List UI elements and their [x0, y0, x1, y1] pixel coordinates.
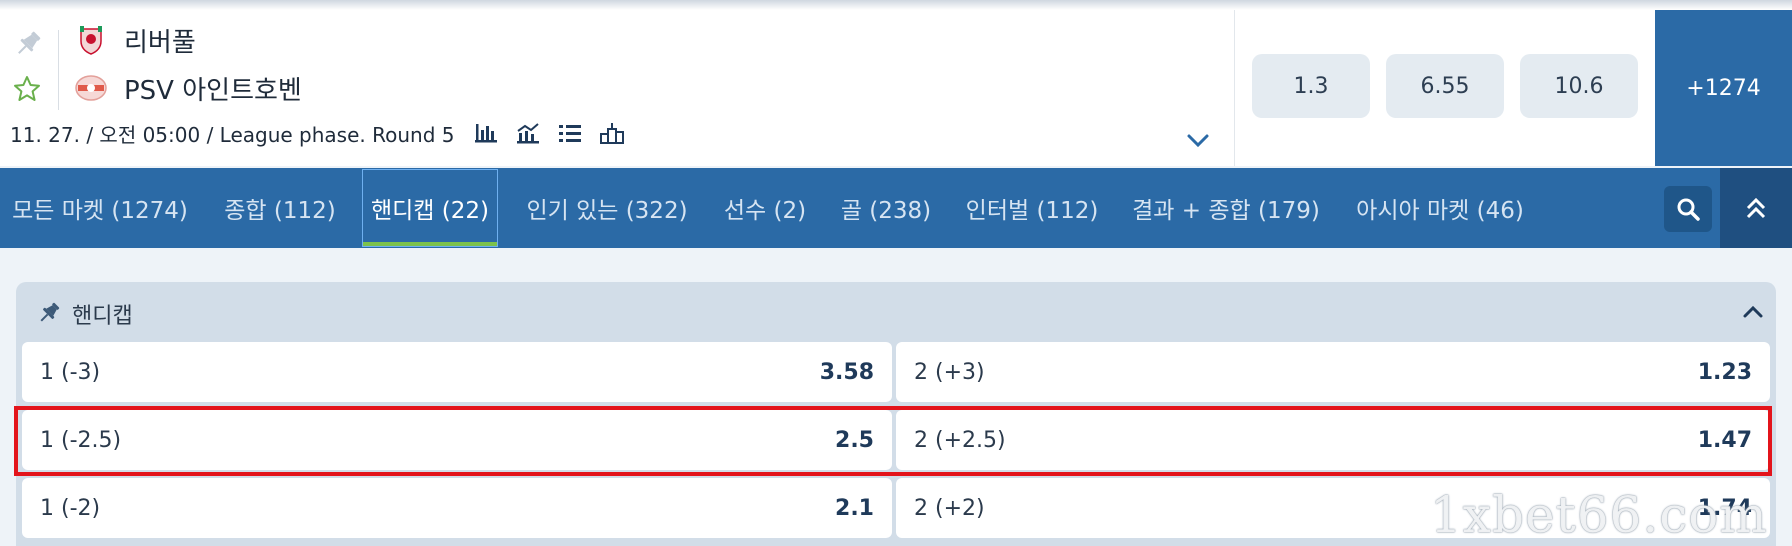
- odd-button-win1[interactable]: 1.3: [1252, 54, 1370, 118]
- outcome-button[interactable]: 1 (-2) 2.1: [22, 478, 892, 538]
- match-info-text: 11. 27. / 오전 05:00 / League phase. Round…: [10, 122, 455, 147]
- watermark: 1xbet66.com: [1430, 486, 1768, 544]
- tab-asian-markets[interactable]: 아시아 마켓 (46): [1350, 168, 1530, 248]
- psv-crest-icon: [75, 75, 107, 101]
- odd-button-win2[interactable]: 10.6: [1520, 54, 1638, 118]
- outcome-odd: 1.23: [1697, 359, 1752, 385]
- tab-players[interactable]: 선수 (2): [720, 168, 810, 248]
- tab-interval[interactable]: 인터벌 (112): [962, 168, 1102, 248]
- outcome-odd: 2.1: [835, 495, 874, 521]
- market-tabs-bar: 모든 마켓 (1274) 종합 (112) 핸디캡 (22) 인기 있는 (32…: [0, 168, 1792, 248]
- highlight-annotation: [14, 406, 1772, 476]
- tab-popular[interactable]: 인기 있는 (322): [522, 168, 692, 248]
- list-icon[interactable]: [557, 121, 583, 145]
- match-header: 리버풀 PSV 아인트호벤 11. 27. / 오전 05:00 / Leagu…: [0, 0, 1792, 166]
- trend-chart-icon[interactable]: [515, 121, 541, 145]
- pin-icon[interactable]: [36, 300, 62, 326]
- tab-goals[interactable]: 골 (238): [838, 168, 934, 248]
- tab-handicap[interactable]: 핸디캡 (22): [362, 169, 498, 247]
- header-divider: [58, 30, 59, 110]
- team1-name: 리버풀: [124, 27, 196, 58]
- tab-result-total[interactable]: 결과 + 종합 (179): [1130, 168, 1322, 248]
- tab-total[interactable]: 종합 (112): [220, 168, 340, 248]
- outcome-label: 2 (+2): [914, 495, 985, 521]
- match-info: 11. 27. / 오전 05:00 / League phase. Round…: [10, 118, 625, 148]
- outcome-label: 1 (-3): [40, 359, 101, 385]
- team2-name: PSV 아인트호벤: [124, 75, 302, 106]
- pin-icon[interactable]: [12, 28, 44, 60]
- chevron-down-icon[interactable]: [1184, 128, 1212, 152]
- double-chevron-up-icon: [1746, 197, 1766, 219]
- outcome-label: 1 (-2): [40, 495, 101, 521]
- liverpool-crest-icon: [80, 26, 102, 55]
- odd-button-draw[interactable]: 6.55: [1386, 54, 1504, 118]
- outcome-button[interactable]: 1 (-3) 3.58: [22, 342, 892, 402]
- search-button[interactable]: [1664, 186, 1712, 232]
- outcome-label: 2 (+3): [914, 359, 985, 385]
- outcome-button[interactable]: 2 (+3) 1.23: [896, 342, 1770, 402]
- match-info-icons: [473, 121, 625, 145]
- team1-row[interactable]: 리버풀: [74, 20, 196, 60]
- market-title: 핸디캡: [72, 304, 133, 329]
- podium-icon[interactable]: [599, 121, 625, 145]
- outcome-odd: 3.58: [819, 359, 874, 385]
- more-markets-button[interactable]: +1274: [1655, 10, 1792, 166]
- header-shadow: [0, 0, 1792, 10]
- tab-all-markets[interactable]: 모든 마켓 (1274): [10, 168, 190, 248]
- collapse-tabs-button[interactable]: [1720, 168, 1792, 248]
- chevron-up-icon[interactable]: [1740, 300, 1766, 324]
- team2-row[interactable]: PSV 아인트호벤: [74, 68, 302, 108]
- search-icon: [1677, 198, 1700, 221]
- market-header[interactable]: 핸디캡: [16, 282, 1776, 342]
- bar-chart-icon[interactable]: [473, 121, 499, 145]
- odds-divider: [1234, 10, 1235, 166]
- star-icon[interactable]: [12, 74, 42, 104]
